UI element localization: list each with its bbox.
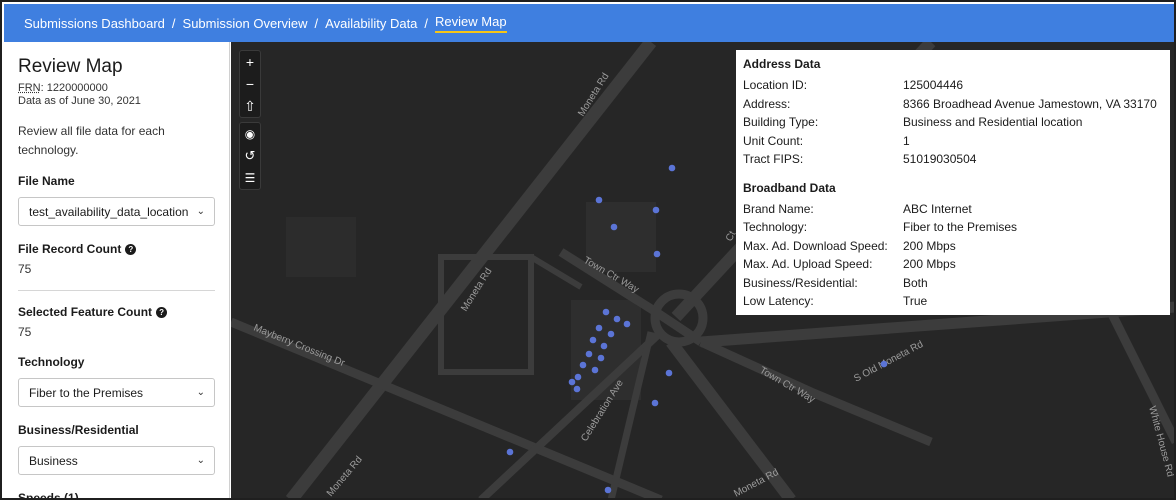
frn-line: FRN: 1220000000 [18, 82, 215, 95]
frn-label: FRN [18, 82, 41, 94]
map-controls: + − ⇧ ◉ ↺ ☰ [239, 50, 261, 194]
file-record-count: 75 [18, 262, 32, 276]
layers-icon[interactable]: ☰ [240, 167, 260, 189]
description: Review all file data for each technology… [18, 124, 165, 157]
page-title: Review Map [18, 56, 123, 77]
location-point[interactable] [653, 250, 661, 258]
feature-popup: Address Data Location ID: 125004446 Addre… [736, 50, 1170, 315]
popup-row: Tract FIPS: 51019030504 [743, 152, 977, 166]
file-name-label: File Name [18, 174, 75, 188]
location-point[interactable] [574, 373, 582, 381]
breadcrumb-separator: / [171, 15, 176, 31]
breadcrumb-separator: / [424, 15, 429, 31]
road-label-town-ctr-way: Town Ctr Way [758, 365, 817, 405]
zoom-out-button[interactable]: − [240, 73, 260, 95]
road-white-house-rd [1106, 309, 1174, 445]
map-block [286, 217, 356, 277]
popup-row: Low Latency: True [743, 294, 928, 308]
location-point[interactable] [595, 324, 603, 332]
popup-row: Address: 8366 Broadhead Avenue Jamestown,… [743, 96, 1157, 111]
selected-feature-count-label: Selected Feature Count ? [18, 305, 215, 319]
help-icon[interactable]: ? [156, 306, 168, 318]
divider [18, 290, 215, 291]
location-point[interactable] [652, 206, 660, 214]
reset-icon[interactable]: ↺ [240, 145, 260, 167]
globe-icon[interactable]: ◉ [240, 123, 260, 145]
breadcrumb-submissions-dashboard[interactable]: Submissions Dashboard [24, 16, 165, 31]
broadband-data-heading: Broadband Data [743, 180, 836, 195]
location-point[interactable] [604, 486, 612, 494]
speeds-label[interactable]: Speeds (1) [18, 491, 215, 498]
data-as-of: Data as of June 30, 2021 [18, 95, 141, 107]
zoom-in-button[interactable]: + [240, 51, 260, 73]
location-point[interactable] [602, 308, 610, 316]
location-point[interactable] [613, 315, 621, 323]
popup-row: Technology: Fiber to the Premises [743, 220, 1018, 234]
location-point[interactable] [573, 385, 581, 393]
popup-row: Max. Ad. Download Speed: 200 Mbps [743, 238, 956, 253]
business-residential-label: Business/Residential [18, 423, 139, 437]
location-point[interactable] [600, 342, 608, 350]
location-point[interactable] [665, 369, 673, 377]
technology-select[interactable]: Fiber to the Premises ⌄ [18, 378, 215, 407]
file-record-count-label: File Record Count ? [18, 242, 215, 256]
location-point[interactable] [668, 164, 676, 172]
file-name-value: test_availability_data_location [29, 204, 189, 219]
technology-value: Fiber to the Premises [29, 385, 144, 400]
location-point[interactable] [589, 336, 597, 344]
road-label-s-old-moneta-rd: S Old Moneta Rd [852, 339, 925, 385]
business-residential-select[interactable]: Business ⌄ [18, 446, 215, 475]
breadcrumb-submission-overview[interactable]: Submission Overview [183, 16, 308, 31]
popup-row: Unit Count: 1 [743, 133, 910, 148]
popup-row: Business/Residential: Both [743, 275, 928, 290]
popup-row: Max. Ad. Upload Speed: 200 Mbps [743, 257, 956, 271]
location-point[interactable] [610, 223, 618, 231]
location-point[interactable] [623, 320, 631, 328]
help-icon[interactable]: ? [125, 243, 137, 255]
chevron-down-icon: ⌄ [196, 206, 205, 217]
location-point[interactable] [579, 361, 587, 369]
location-point[interactable] [597, 354, 605, 362]
app-frame: Submissions Dashboard / Submission Overv… [0, 0, 1176, 500]
location-point[interactable] [585, 350, 593, 358]
location-point[interactable] [568, 378, 576, 386]
chevron-down-icon: ⌄ [196, 387, 205, 398]
technology-label: Technology [18, 355, 85, 369]
popup-row: Location ID: 125004446 [743, 78, 964, 92]
address-data-heading: Address Data [743, 57, 821, 71]
location-point[interactable] [506, 448, 514, 456]
location-point[interactable] [591, 366, 599, 374]
location-point[interactable] [880, 360, 888, 368]
location-point[interactable] [651, 399, 659, 407]
frn-value: : 1220000000 [40, 82, 108, 94]
road-label-moneta-rd: Moneta Rd [325, 454, 365, 499]
location-point[interactable] [607, 330, 615, 338]
breadcrumb-review-map[interactable]: Review Map [435, 14, 507, 33]
breadcrumb: Submissions Dashboard / Submission Overv… [4, 4, 1174, 42]
sidebar: Review Map FRN: 1220000000 Data as of Ju… [4, 42, 230, 498]
zoom-controls: + − ⇧ [239, 50, 261, 118]
road-label-mayberry-crossing-dr: Mayberry Crossing Dr [252, 323, 347, 370]
compass-icon[interactable]: ⇧ [240, 95, 260, 117]
breadcrumb-availability-data[interactable]: Availability Data [325, 16, 417, 31]
map-tool-controls: ◉ ↺ ☰ [239, 122, 261, 190]
breadcrumb-separator: / [314, 15, 319, 31]
file-name-select[interactable]: test_availability_data_location ⌄ [18, 197, 215, 226]
location-point[interactable] [595, 196, 603, 204]
popup-row: Building Type: Business and Residential l… [743, 115, 1083, 129]
selected-feature-count: 75 [18, 325, 32, 339]
business-residential-value: Business [29, 453, 78, 468]
popup-row: Brand Name: ABC Internet [743, 201, 972, 216]
chevron-down-icon: ⌄ [196, 455, 205, 466]
